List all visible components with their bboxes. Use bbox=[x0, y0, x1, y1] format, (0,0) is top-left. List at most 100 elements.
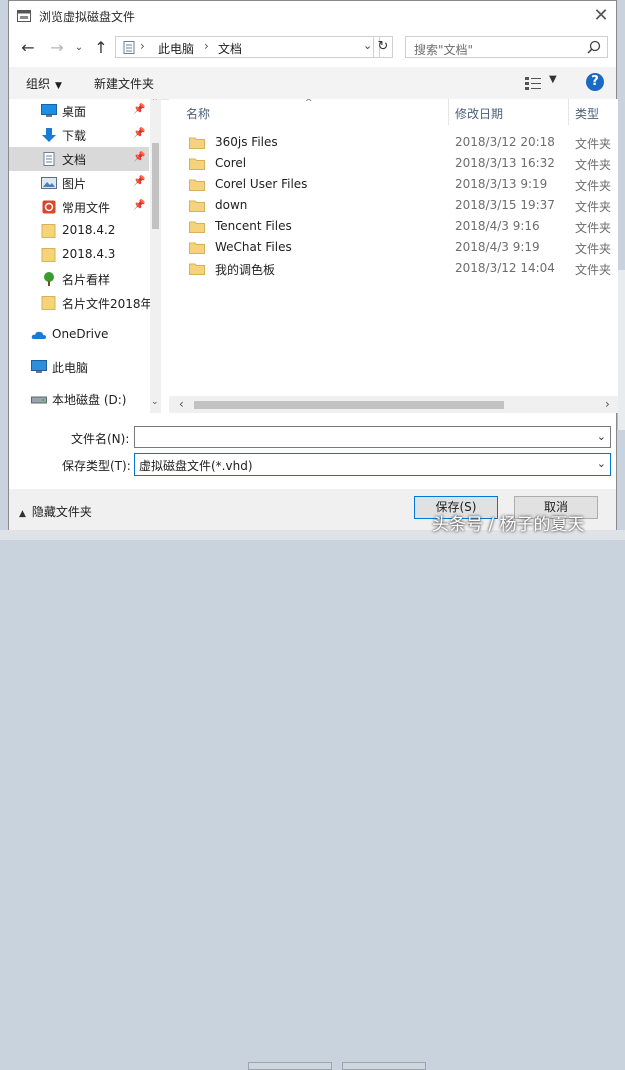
close-icon: ✕ bbox=[593, 5, 609, 26]
refresh-button[interactable]: ↻ bbox=[373, 36, 393, 58]
column-divider[interactable] bbox=[568, 99, 569, 125]
folder-icon bbox=[189, 200, 205, 212]
filetype-label: 保存类型(T): bbox=[62, 459, 131, 473]
pin-icon[interactable]: 📌 bbox=[133, 128, 145, 140]
breadcrumb-this-pc[interactable]: 此电脑 bbox=[158, 40, 194, 57]
back-button[interactable]: ← bbox=[18, 38, 38, 58]
nav-item-this-pc[interactable]: 此电脑 bbox=[9, 355, 149, 379]
scroll-up-icon[interactable]: ⌃ bbox=[151, 99, 159, 107]
table-row[interactable]: down 2018/3/15 19:37 文件夹 bbox=[169, 195, 618, 216]
nav-item-downloads[interactable]: 下载 📌 bbox=[9, 123, 149, 147]
view-dropdown-icon[interactable]: ▼ bbox=[549, 74, 557, 85]
background-button bbox=[248, 1062, 332, 1070]
nav-label: 常用文件 bbox=[62, 201, 111, 215]
column-header-name[interactable]: 名称 bbox=[186, 105, 210, 131]
up-button[interactable]: ↑ bbox=[91, 38, 111, 58]
search-placeholder: 搜索"文档" bbox=[414, 43, 474, 57]
hide-folders-toggle[interactable]: ▲ 隐藏文件夹 bbox=[19, 503, 92, 520]
new-folder-button[interactable]: 新建文件夹 bbox=[94, 75, 154, 92]
caret-down-icon: ▼ bbox=[55, 81, 62, 91]
title-bar: 浏览虚拟磁盘文件 ✕ bbox=[9, 1, 616, 32]
common-files-icon bbox=[42, 200, 56, 214]
background-window-edge bbox=[617, 270, 625, 430]
chevron-down-icon: ⌄ bbox=[596, 457, 606, 470]
nav-label: 此电脑 bbox=[52, 361, 89, 375]
scroll-right-icon[interactable]: › bbox=[605, 397, 610, 411]
nav-item-folder[interactable]: 名片文件2018年 bbox=[9, 291, 153, 315]
nav-item-documents[interactable]: 文档 📌 bbox=[9, 147, 149, 171]
file-date: 2018/3/13 16:32 bbox=[455, 156, 555, 170]
pin-icon[interactable]: 📌 bbox=[133, 104, 145, 116]
save-dialog: 浏览虚拟磁盘文件 ✕ ← → ⌄ ↑ › 此电脑 › 文档 ⌄ ↻ 搜索"文档"… bbox=[8, 0, 618, 530]
help-button[interactable]: ? bbox=[586, 73, 604, 91]
file-type: 文件夹 bbox=[575, 137, 612, 151]
file-date: 2018/4/3 9:19 bbox=[455, 240, 540, 254]
navigation-bar: ← → ⌄ ↑ › 此电脑 › 文档 ⌄ ↻ 搜索"文档" bbox=[9, 35, 616, 61]
column-header-date[interactable]: 修改日期 bbox=[455, 105, 503, 131]
nav-item-folder[interactable]: 2018.4.3 bbox=[9, 243, 149, 267]
nav-item-common-files[interactable]: 常用文件 📌 bbox=[9, 195, 149, 219]
nav-item-pictures[interactable]: 图片 📌 bbox=[9, 171, 149, 195]
breadcrumb-separator: › bbox=[140, 39, 145, 53]
table-row[interactable]: 我的调色板 2018/3/12 14:04 文件夹 bbox=[169, 258, 618, 279]
recent-locations-button[interactable]: ⌄ bbox=[69, 38, 89, 58]
file-type: 文件夹 bbox=[575, 242, 612, 256]
table-row[interactable]: WeChat Files 2018/4/3 9:19 文件夹 bbox=[169, 237, 618, 258]
close-button[interactable]: ✕ bbox=[592, 7, 610, 25]
nav-label: 下载 bbox=[62, 129, 87, 143]
nav-item-card-samples[interactable]: 名片看样 bbox=[9, 267, 149, 291]
scroll-left-icon[interactable]: ‹ bbox=[179, 397, 184, 411]
table-row[interactable]: Corel User Files 2018/3/13 9:19 文件夹 bbox=[169, 174, 618, 195]
desktop-icon bbox=[41, 104, 57, 117]
pin-icon[interactable]: 📌 bbox=[133, 176, 145, 188]
breadcrumb-documents[interactable]: 文档 bbox=[218, 40, 242, 57]
pin-icon[interactable]: 📌 bbox=[133, 152, 145, 164]
folder-icon bbox=[189, 221, 205, 233]
filename-field[interactable]: ⌄ bbox=[134, 426, 611, 448]
drive-icon bbox=[31, 396, 47, 404]
organize-menu[interactable]: 组织 ▼ bbox=[26, 75, 62, 92]
nav-item-folder[interactable]: 2018.4.2 bbox=[9, 219, 149, 243]
column-divider[interactable] bbox=[448, 99, 449, 125]
documents-icon bbox=[43, 152, 55, 166]
app-icon bbox=[17, 10, 31, 22]
nav-label: 名片文件2018年 bbox=[62, 297, 153, 311]
table-row[interactable]: Corel 2018/3/13 16:32 文件夹 bbox=[169, 153, 618, 174]
folder-icon bbox=[189, 242, 205, 254]
file-type: 文件夹 bbox=[575, 200, 612, 214]
forward-button[interactable]: → bbox=[47, 38, 67, 58]
view-options-icon[interactable] bbox=[525, 76, 541, 90]
filetype-value: 虚拟磁盘文件(*.vhd) bbox=[139, 459, 253, 473]
table-row[interactable]: Tencent Files 2018/4/3 9:16 文件夹 bbox=[169, 216, 618, 237]
pin-icon[interactable]: 📌 bbox=[133, 200, 145, 212]
file-list: ^ 名称 修改日期 类型 360js Files 2018/3/12 20:18… bbox=[169, 99, 618, 413]
horizontal-scrollbar[interactable]: ‹ › bbox=[169, 396, 618, 413]
refresh-icon: ↻ bbox=[377, 39, 389, 54]
scroll-down-icon[interactable]: ⌄ bbox=[151, 397, 159, 407]
sort-ascending-icon: ^ bbox=[305, 99, 313, 108]
nav-scrollbar[interactable]: ⌃ ⌄ bbox=[150, 99, 161, 413]
horizontal-scroll-thumb[interactable] bbox=[194, 401, 504, 409]
caret-up-icon: ▲ bbox=[19, 509, 26, 519]
nav-item-desktop[interactable]: 桌面 📌 bbox=[9, 99, 149, 123]
folder-icon bbox=[41, 296, 56, 310]
search-box[interactable]: 搜索"文档" bbox=[405, 36, 608, 58]
nav-item-local-disk-d[interactable]: 本地磁盘 (D:) bbox=[9, 387, 149, 411]
chevron-down-icon[interactable]: ⌄ bbox=[597, 430, 606, 443]
file-type: 文件夹 bbox=[575, 221, 612, 235]
address-bar[interactable]: › 此电脑 › 文档 ⌄ bbox=[115, 36, 380, 58]
back-arrow-icon: ← bbox=[21, 38, 35, 57]
filetype-select[interactable]: 虚拟磁盘文件(*.vhd) ⌄ bbox=[134, 453, 611, 476]
file-type: 文件夹 bbox=[575, 263, 612, 277]
file-date: 2018/4/3 9:16 bbox=[455, 219, 540, 233]
download-icon bbox=[42, 128, 56, 142]
file-name: Corel User Files bbox=[215, 177, 308, 191]
file-name: down bbox=[215, 198, 248, 212]
nav-label: 图片 bbox=[62, 177, 87, 191]
table-row[interactable]: 360js Files 2018/3/12 20:18 文件夹 bbox=[169, 132, 618, 153]
nav-item-onedrive[interactable]: OneDrive bbox=[9, 323, 149, 347]
window-title: 浏览虚拟磁盘文件 bbox=[39, 10, 136, 24]
nav-scroll-thumb[interactable] bbox=[152, 143, 159, 229]
column-header-type[interactable]: 类型 bbox=[575, 105, 599, 131]
forward-arrow-icon: → bbox=[50, 38, 64, 57]
